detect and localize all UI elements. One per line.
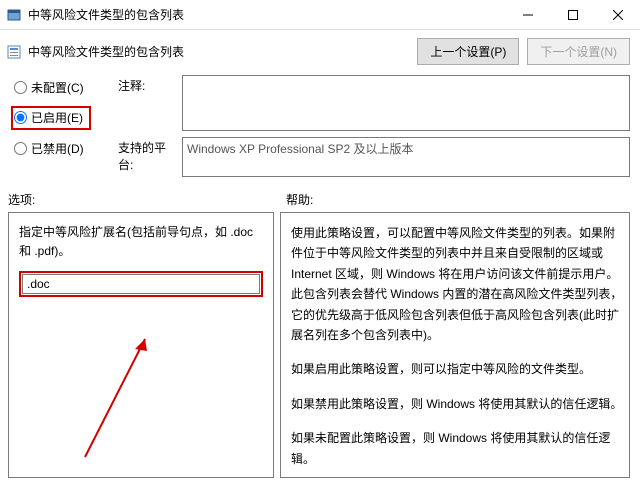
annotation-enabled-highlight: 已启用(E) bbox=[11, 106, 91, 130]
radio-enabled[interactable]: 已启用(E) bbox=[14, 109, 83, 126]
state-radios: 未配置(C) 已启用(E) 已禁用(D) bbox=[14, 75, 118, 157]
section-labels: 选项: 帮助: bbox=[0, 181, 640, 210]
help-panel[interactable]: 使用此策略设置，可以配置中等风险文件类型的列表。如果附件位于中等风险文件类型的列… bbox=[280, 212, 630, 478]
app-icon bbox=[6, 7, 22, 23]
radio-disabled-label: 已禁用(D) bbox=[31, 140, 84, 157]
policy-icon bbox=[6, 44, 22, 60]
radio-disabled[interactable]: 已禁用(D) bbox=[14, 140, 118, 157]
close-button[interactable] bbox=[595, 0, 640, 29]
comment-input[interactable] bbox=[182, 75, 630, 131]
policy-header: 中等风险文件类型的包含列表 上一个设置(P) 下一个设置(N) bbox=[0, 30, 640, 69]
extension-input[interactable] bbox=[22, 274, 260, 294]
window-controls bbox=[505, 0, 640, 29]
prev-setting-button[interactable]: 上一个设置(P) bbox=[417, 38, 519, 65]
options-panel: 指定中等风险扩展名(包括前导句点，如 .doc 和 .pdf)。 bbox=[8, 212, 274, 478]
titlebar: 中等风险文件类型的包含列表 bbox=[0, 0, 640, 30]
next-setting-button: 下一个设置(N) bbox=[527, 38, 630, 65]
window-title: 中等风险文件类型的包含列表 bbox=[28, 6, 505, 23]
policy-title: 中等风险文件类型的包含列表 bbox=[28, 43, 411, 60]
maximize-button[interactable] bbox=[550, 0, 595, 29]
radio-enabled-input[interactable] bbox=[14, 111, 27, 124]
radio-enabled-label: 已启用(E) bbox=[31, 109, 83, 126]
annotation-arrow-icon bbox=[75, 327, 175, 467]
help-p4: 如果未配置此策略设置，则 Windows 将使用其默认的信任逻辑。 bbox=[291, 428, 623, 469]
help-label: 帮助: bbox=[286, 191, 313, 208]
help-p1: 使用此策略设置，可以配置中等风险文件类型的列表。如果附件位于中等风险文件类型的列… bbox=[291, 223, 623, 345]
panels: 指定中等风险扩展名(包括前导句点，如 .doc 和 .pdf)。 使用此策略设置… bbox=[0, 210, 640, 478]
options-label: 选项: bbox=[8, 191, 286, 208]
platform-label: 支持的平台: bbox=[118, 137, 176, 173]
annotation-ext-highlight bbox=[19, 271, 263, 297]
minimize-button[interactable] bbox=[505, 0, 550, 29]
help-p2: 如果启用此策略设置，则可以指定中等风险的文件类型。 bbox=[291, 359, 623, 379]
config-area: 未配置(C) 已启用(E) 已禁用(D) 注释: 支持的平台: Windows … bbox=[0, 69, 640, 181]
help-p3: 如果禁用此策略设置，则 Windows 将使用其默认的信任逻辑。 bbox=[291, 394, 623, 414]
radio-not-configured-label: 未配置(C) bbox=[31, 79, 84, 96]
options-instruction: 指定中等风险扩展名(包括前导句点，如 .doc 和 .pdf)。 bbox=[19, 223, 263, 261]
platform-value: Windows XP Professional SP2 及以上版本 bbox=[182, 137, 630, 177]
radio-disabled-input[interactable] bbox=[14, 142, 27, 155]
comment-label: 注释: bbox=[118, 75, 176, 94]
radio-not-configured[interactable]: 未配置(C) bbox=[14, 79, 118, 96]
radio-not-configured-input[interactable] bbox=[14, 81, 27, 94]
